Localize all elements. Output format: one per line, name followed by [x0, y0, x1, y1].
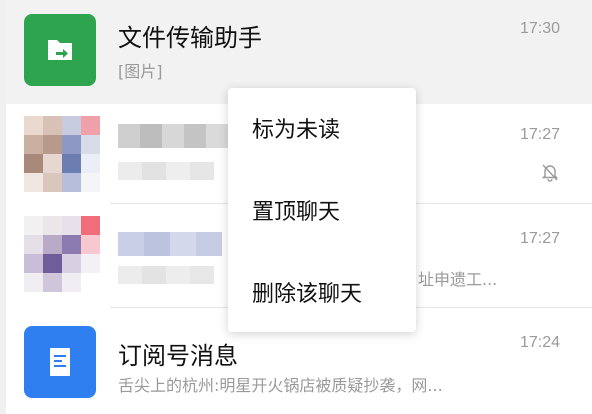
blurred-preview [118, 162, 214, 180]
chat-preview: 舌尖上的杭州:明星开火锅店被质疑抄袭，网... [118, 376, 443, 395]
chat-time: 17:30 [519, 20, 560, 37]
chat-title: 订阅号消息 [118, 342, 238, 370]
context-menu: 标为未读 置顶聊天 删除该聊天 [228, 88, 416, 332]
menu-mark-unread[interactable]: 标为未读 [228, 88, 416, 168]
blurred-avatar [24, 116, 100, 192]
chat-title: 文件传输助手 [118, 24, 262, 52]
document-icon [50, 348, 70, 376]
folder-transfer-icon [48, 40, 72, 60]
left-edge [0, 0, 6, 414]
chat-time: 17:27 [519, 230, 560, 247]
subscriptions-avatar [24, 326, 96, 398]
blurred-title [118, 124, 228, 148]
bell-off-icon [541, 164, 559, 182]
chat-time: 17:24 [519, 334, 560, 351]
chat-preview: 址申遗工... [418, 270, 498, 289]
file-transfer-avatar [24, 14, 96, 86]
blurred-avatar [24, 216, 100, 292]
menu-delete-chat[interactable]: 删除该聊天 [228, 252, 416, 332]
chat-time: 17:27 [519, 126, 560, 143]
blurred-preview [118, 266, 214, 284]
chat-preview: [图片] [118, 62, 163, 81]
blurred-title [118, 232, 222, 256]
menu-pin-chat[interactable]: 置顶聊天 [228, 170, 416, 250]
